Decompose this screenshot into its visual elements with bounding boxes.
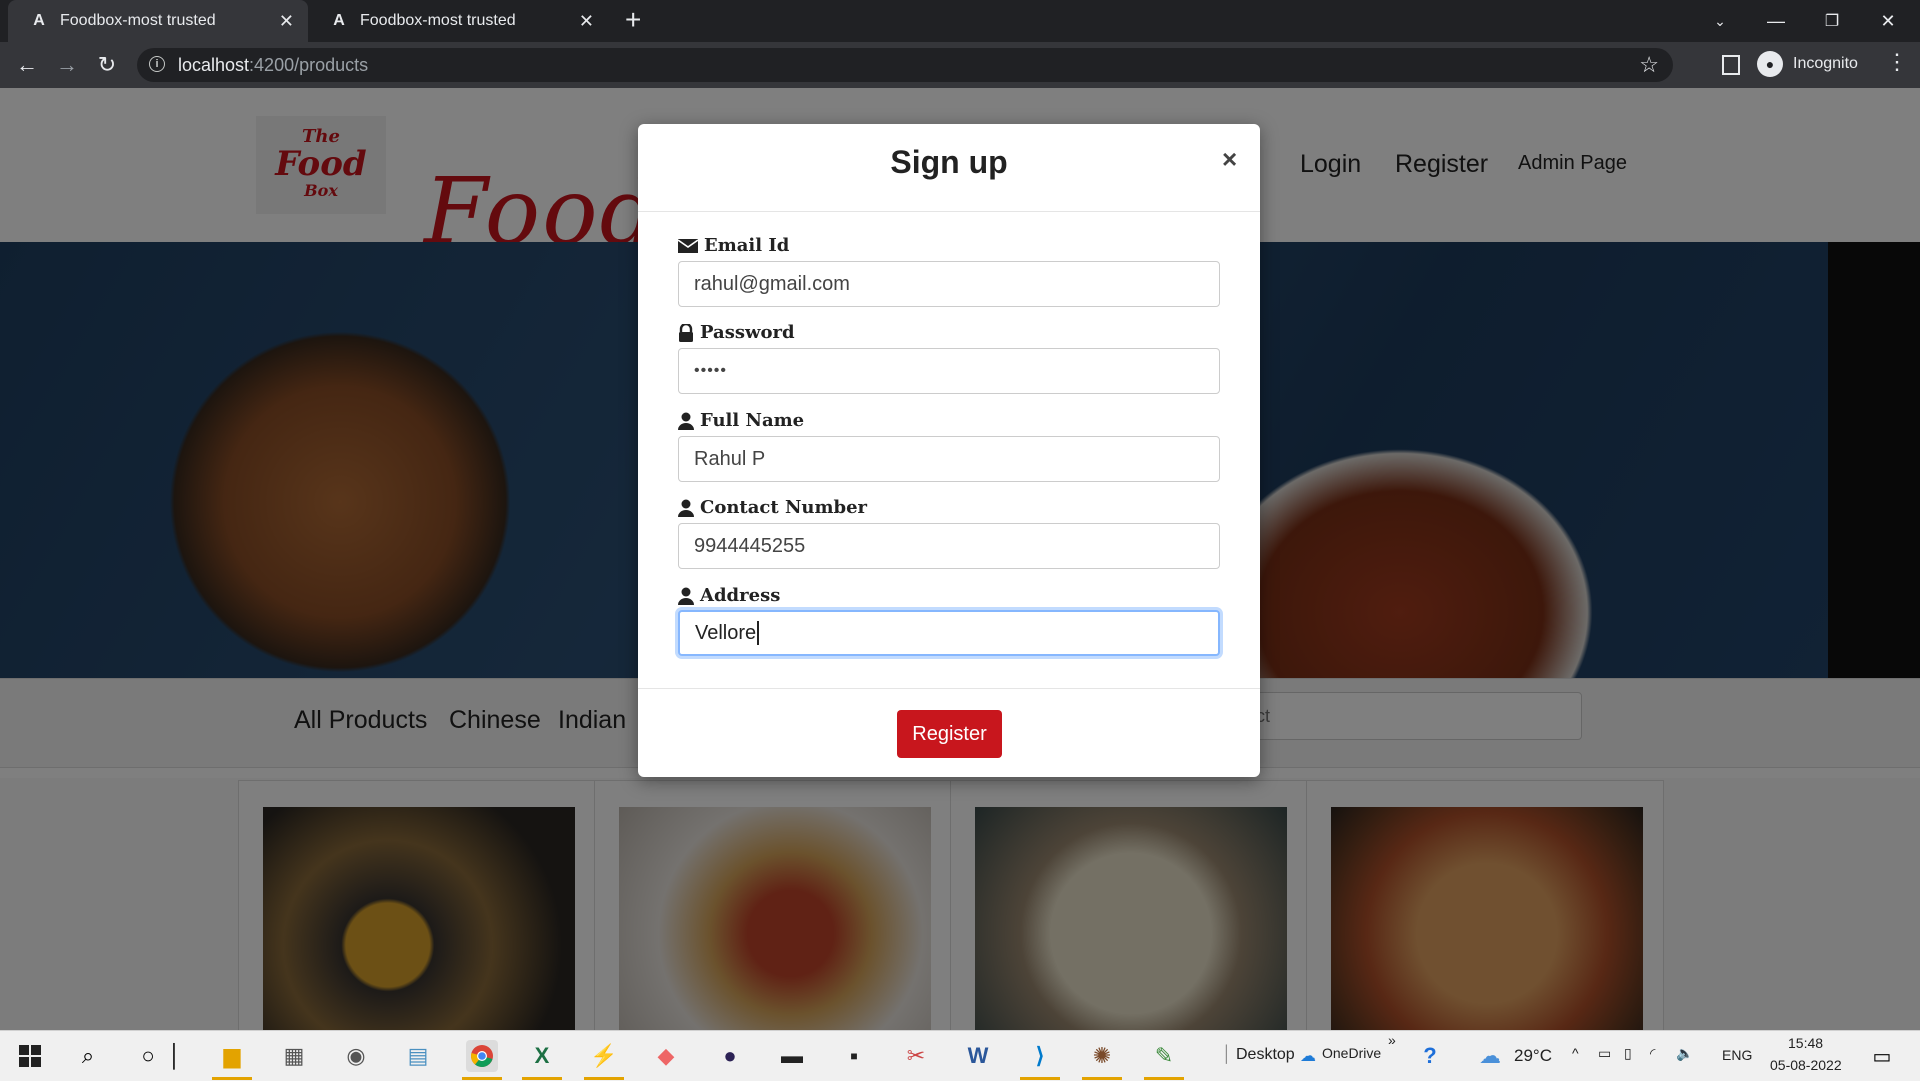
side-panel-icon[interactable]: [1722, 55, 1740, 75]
back-icon[interactable]: ←: [12, 50, 42, 80]
temperature-label[interactable]: 29°C: [1514, 1046, 1552, 1066]
forward-icon[interactable]: →: [52, 50, 82, 80]
incognito-icon: ●: [1757, 51, 1783, 77]
browser-tab-active[interactable]: A Foodbox-most trusted ✕: [8, 0, 308, 42]
tab-strip: A Foodbox-most trusted ✕ A Foodbox-most …: [0, 0, 1920, 42]
tab-search-icon[interactable]: ⌄: [1692, 0, 1748, 42]
bookmark-star-icon[interactable]: ☆: [1639, 52, 1659, 78]
word-icon[interactable]: W: [962, 1040, 994, 1072]
browser-toolbar: ← → ↻ i localhost:4200/products ☆ ● Inco…: [0, 42, 1920, 88]
app-icon[interactable]: ◆: [650, 1040, 682, 1072]
toolbar-overflow-icon[interactable]: »: [1388, 1032, 1396, 1048]
modal-footer-divider: [638, 688, 1260, 689]
full-name-label: Full Name: [678, 410, 804, 431]
angular-favicon-icon: A: [33, 12, 45, 29]
tab-title: Foodbox-most trusted: [60, 12, 216, 29]
address-label: Address: [678, 585, 780, 606]
onedrive-label[interactable]: OneDrive: [1322, 1045, 1381, 1061]
contact-number-field[interactable]: 9944445255: [678, 523, 1220, 569]
input-language[interactable]: ENG: [1722, 1047, 1752, 1063]
cortana-icon[interactable]: ○: [132, 1040, 164, 1072]
modal-title: Sign up: [890, 144, 1008, 180]
weather-icon[interactable]: ☁: [1474, 1040, 1506, 1072]
modal-close-icon[interactable]: ×: [1222, 144, 1237, 175]
task-view-icon[interactable]: │: [168, 1040, 182, 1072]
tab-title: Foodbox-most trusted: [360, 12, 516, 29]
vscode-icon[interactable]: ⟩: [1024, 1040, 1056, 1072]
app-icon[interactable]: ✺: [1086, 1040, 1118, 1072]
envelope-icon: [678, 238, 698, 253]
notifications-icon[interactable]: ▭: [1866, 1040, 1898, 1072]
minimize-icon[interactable]: —: [1748, 0, 1804, 42]
volume-icon[interactable]: 🔈: [1676, 1045, 1693, 1062]
search-icon[interactable]: ⌕: [72, 1040, 104, 1072]
reload-icon[interactable]: ↻: [92, 50, 122, 80]
user-icon: [678, 587, 694, 605]
terminal-icon[interactable]: ▬: [776, 1040, 808, 1072]
address-bar[interactable]: i localhost:4200/products ☆: [137, 48, 1673, 82]
tab-close-icon[interactable]: ✕: [279, 11, 294, 32]
battery-icon[interactable]: ▭: [1598, 1045, 1611, 1062]
onedrive-icon[interactable]: ☁: [1300, 1046, 1316, 1066]
device-icon[interactable]: ▯: [1624, 1045, 1632, 1062]
email-label: Email Id: [678, 235, 789, 256]
help-icon[interactable]: ?: [1414, 1040, 1446, 1072]
window-close-icon[interactable]: ✕: [1860, 0, 1916, 42]
password-label: Password: [678, 322, 795, 343]
show-hidden-icons-icon[interactable]: ^: [1572, 1045, 1579, 1061]
paint-icon[interactable]: ✎: [1148, 1040, 1180, 1072]
browser-tab[interactable]: A Foodbox-most trusted ✕: [308, 0, 608, 42]
password-field[interactable]: •••••: [678, 348, 1220, 394]
contact-number-label: Contact Number: [678, 497, 867, 518]
notepad-icon[interactable]: ▤: [402, 1040, 434, 1072]
user-icon: [678, 412, 694, 430]
lock-icon: [679, 323, 693, 342]
excel-icon[interactable]: X: [526, 1040, 558, 1072]
tab-close-icon[interactable]: ✕: [579, 11, 594, 32]
register-button[interactable]: Register: [897, 710, 1002, 758]
calculator-icon[interactable]: ▦: [278, 1040, 310, 1072]
wifi-icon[interactable]: ◜: [1650, 1045, 1655, 1062]
windows-start-icon[interactable]: [14, 1040, 46, 1072]
restore-icon[interactable]: ❐: [1804, 0, 1860, 42]
incognito-indicator[interactable]: ● Incognito: [1757, 49, 1858, 79]
clock-date[interactable]: 05-08-2022: [1770, 1057, 1842, 1073]
mysql-icon[interactable]: ■: [838, 1040, 870, 1072]
text-caret: [757, 621, 760, 645]
desktop-toolbar[interactable]: Desktop: [1236, 1046, 1295, 1064]
power-automate-icon[interactable]: ⚡: [588, 1040, 620, 1072]
chrome-icon[interactable]: [466, 1040, 498, 1072]
eclipse-icon[interactable]: ●: [714, 1040, 746, 1072]
toolbar-divider: │: [1222, 1046, 1232, 1063]
angular-favicon-icon: A: [333, 12, 345, 29]
address-field[interactable]: Vellore: [678, 610, 1220, 656]
snipping-tool-icon[interactable]: ✂: [900, 1040, 932, 1072]
modal-header-divider: [638, 211, 1260, 212]
new-tab-icon[interactable]: +: [625, 6, 641, 34]
camera-icon[interactable]: ◉: [340, 1040, 372, 1072]
email-field[interactable]: rahul@gmail.com: [678, 261, 1220, 307]
site-info-icon[interactable]: i: [149, 56, 165, 72]
windows-taskbar: ⌕ ○ │ ▆ ▦ ◉ ▤ X ⚡ ◆ ● ▬ ■ ✂ W ⟩ ✺ ✎ │ De…: [0, 1030, 1920, 1081]
incognito-label: Incognito: [1793, 55, 1858, 72]
browser-menu-icon[interactable]: ⋮: [1886, 48, 1908, 76]
signup-modal: Sign up × Email Id rahul@gmail.com Passw…: [638, 124, 1260, 777]
file-explorer-icon[interactable]: ▆: [216, 1040, 248, 1072]
user-icon: [678, 499, 694, 517]
url-text: localhost:4200/products: [178, 55, 369, 75]
clock-time[interactable]: 15:48: [1788, 1035, 1823, 1051]
full-name-field[interactable]: Rahul P: [678, 436, 1220, 482]
